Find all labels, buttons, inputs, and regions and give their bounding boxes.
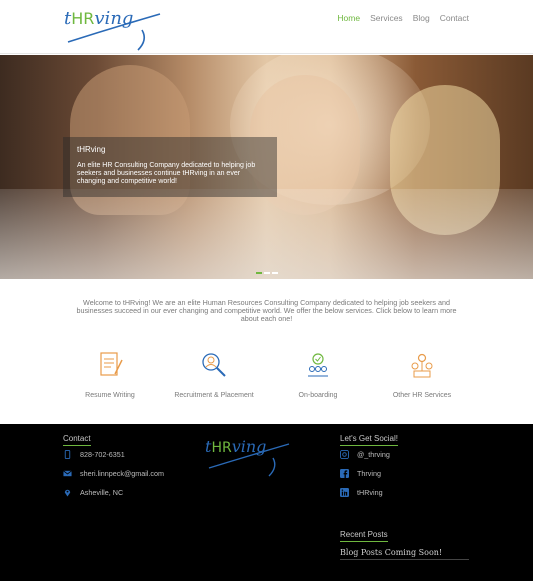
service-label: Other HR Services <box>392 392 452 399</box>
logo-text: tHRving <box>64 8 133 29</box>
social-facebook[interactable]: Thrving <box>340 469 381 478</box>
instagram-icon <box>340 450 349 459</box>
social-instagram[interactable]: @_thrving <box>340 450 390 459</box>
service-recruitment[interactable]: Recruitment & Placement <box>162 350 266 410</box>
footer-logo: tHRving <box>205 437 290 477</box>
email-address: sheri.linnpeck@gmail.com <box>80 469 164 478</box>
envelope-icon <box>63 470 72 477</box>
nav-home[interactable]: Home <box>337 13 360 23</box>
service-onboarding[interactable]: On-boarding <box>266 350 370 410</box>
site-header: tHRving Home Services Blog Contact <box>0 0 533 54</box>
facebook-icon <box>340 469 349 478</box>
footer-social-heading: Let's Get Social! <box>340 434 398 446</box>
resume-icon <box>100 352 123 376</box>
service-label: Recruitment & Placement <box>174 392 254 399</box>
services-row: Resume Writing Recruitment & Placement O… <box>58 350 475 410</box>
linkedin-name: tHRving <box>357 488 383 497</box>
hero-photo-table <box>0 189 533 279</box>
footer-recent-heading: Recent Posts <box>340 530 388 542</box>
phone-number: 828-702-6351 <box>80 450 125 459</box>
nav-services[interactable]: Services <box>370 13 403 23</box>
linkedin-icon <box>340 488 349 497</box>
hero-slider[interactable]: tHRving An elite HR Consulting Company d… <box>0 55 533 279</box>
hr-services-icon <box>411 353 433 378</box>
slider-dot[interactable] <box>256 272 262 274</box>
site-footer: Contact 828-702-6351 sheri.linnpeck@gmai… <box>0 424 533 581</box>
nav-blog[interactable]: Blog <box>413 13 430 23</box>
slider-indicators <box>256 272 278 274</box>
footer-phone[interactable]: 828-702-6351 <box>63 450 125 459</box>
nav-contact[interactable]: Contact <box>440 13 469 23</box>
facebook-name: Thrving <box>357 469 381 478</box>
footer-contact-heading: Contact <box>63 434 91 446</box>
intro-text: Welcome to tHRving! We are an elite Huma… <box>76 298 457 323</box>
hero-caption: tHRving An elite HR Consulting Company d… <box>63 137 277 197</box>
location-text: Asheville, NC <box>80 488 124 497</box>
site-logo[interactable]: tHRving <box>62 2 164 52</box>
hero-caption-title: tHRving <box>77 145 106 154</box>
service-resume-writing[interactable]: Resume Writing <box>58 350 162 410</box>
slider-dot[interactable] <box>264 272 270 274</box>
instagram-handle: @_thrving <box>357 450 390 459</box>
social-linkedin[interactable]: tHRving <box>340 488 383 497</box>
service-other-hr[interactable]: Other HR Services <box>370 350 474 410</box>
service-label: On-boarding <box>298 392 338 399</box>
recruitment-icon <box>202 353 226 377</box>
onboarding-icon <box>308 353 328 377</box>
service-label: Resume Writing <box>85 392 135 399</box>
location-pin-icon <box>64 489 71 497</box>
blog-status: Blog Posts Coming Soon! <box>340 548 469 560</box>
slider-dot[interactable] <box>272 272 278 274</box>
main-nav: Home Services Blog Contact <box>337 13 469 23</box>
phone-icon <box>64 450 71 459</box>
footer-location: Asheville, NC <box>63 488 123 497</box>
hero-caption-text: An elite HR Consulting Company dedicated… <box>77 162 256 185</box>
footer-email[interactable]: sheri.linnpeck@gmail.com <box>63 469 164 478</box>
